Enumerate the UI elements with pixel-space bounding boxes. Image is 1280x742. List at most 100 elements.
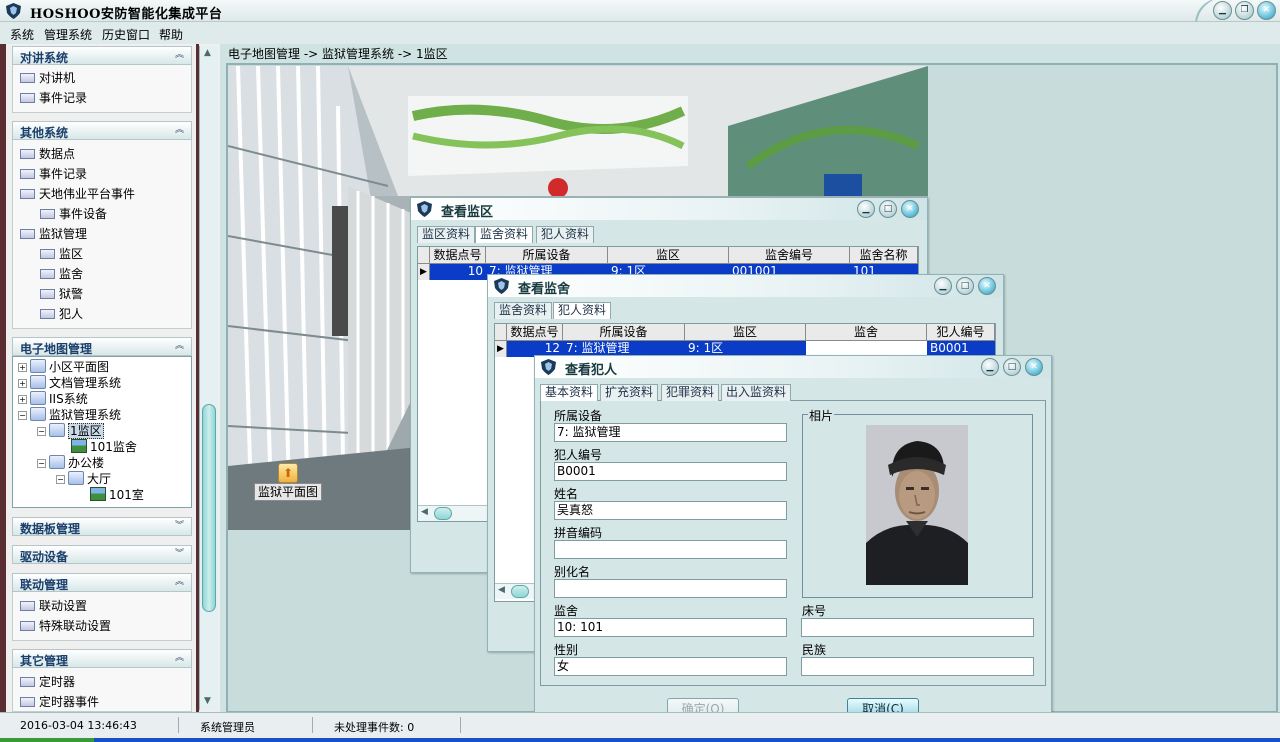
column-header[interactable]: 监区 <box>685 324 806 341</box>
group-intercom-header[interactable]: 对讲系统 ︽ <box>12 46 192 65</box>
tree-node-prison[interactable]: − 监狱管理系统 <box>18 407 121 423</box>
column-header[interactable]: 监舍 <box>806 324 927 341</box>
minimize-icon[interactable]: ▁ <box>857 200 875 218</box>
column-header[interactable]: 监舍编号 <box>729 247 850 264</box>
expand-icon[interactable]: + <box>18 379 27 388</box>
scroll-thumb[interactable] <box>511 585 529 598</box>
collapse-node-icon[interactable]: − <box>56 475 65 484</box>
sidebar-item-cell[interactable]: 监舍 <box>40 265 83 283</box>
tab-in-out-info[interactable]: 出入监资料 <box>721 384 792 401</box>
tab-crime-info[interactable]: 犯罪资料 <box>661 384 720 401</box>
pinyin-field[interactable] <box>554 540 787 559</box>
tab-prisoner-info[interactable]: 犯人资料 <box>536 226 595 243</box>
sidebar-item-zone[interactable]: 监区 <box>40 245 83 263</box>
tab-zone-info[interactable]: 监区资料 <box>417 226 476 243</box>
table-cell[interactable]: 10 <box>430 264 486 280</box>
sidebar-item-prisoner[interactable]: 犯人 <box>40 305 83 323</box>
column-header[interactable]: 所属设备 <box>563 324 685 341</box>
expand-icon[interactable]: + <box>18 395 27 404</box>
prisoner-id-field[interactable]: B0001 <box>554 462 787 481</box>
tab-prisoner-info[interactable]: 犯人资料 <box>553 302 612 319</box>
collapse-icon[interactable]: ︽ <box>173 576 186 589</box>
group-emap-header[interactable]: 电子地图管理 ︽ <box>12 337 192 356</box>
menu-management[interactable]: 管理系统 <box>44 26 92 43</box>
scroll-left-icon[interactable]: ◀ <box>421 507 428 517</box>
sidebar-item-timer[interactable]: 定时器 <box>20 673 75 691</box>
dialog-titlebar[interactable]: 查看监舍 ▁ □ ✕ <box>488 275 1003 297</box>
map-marker-label[interactable]: 监狱平面图 <box>254 483 323 501</box>
tree-node-office[interactable]: − 办公楼 <box>37 455 104 471</box>
column-header[interactable]: 犯人编号 <box>927 324 995 341</box>
collapse-icon[interactable]: ︽ <box>173 124 186 137</box>
tab-extended-info[interactable]: 扩充资料 <box>600 384 659 401</box>
maximize-icon[interactable]: □ <box>1003 358 1021 376</box>
group-linkage-header[interactable]: 联动管理 ︽ <box>12 573 192 592</box>
sidebar-item-event-log[interactable]: 事件记录 <box>20 165 87 183</box>
maximize-icon[interactable]: □ <box>879 200 897 218</box>
scroll-thumb[interactable] <box>434 507 452 520</box>
bed-number-field[interactable] <box>801 618 1034 637</box>
tab-cell-info[interactable]: 监舍资料 <box>494 302 553 319</box>
tree-node-cell101[interactable]: 101监舍 <box>71 439 137 455</box>
tree-node-zone1[interactable]: −1监区 <box>37 423 104 439</box>
name-field[interactable]: 吴真怒 <box>554 501 787 520</box>
column-header[interactable]: 数据点号 <box>430 247 486 264</box>
sidebar-scrollbar[interactable]: ▲ ▼ <box>199 46 218 710</box>
tab-cell-info[interactable]: 监舍资料 <box>475 226 534 243</box>
sidebar-item-linkage-settings[interactable]: 联动设置 <box>20 597 87 615</box>
sidebar-item-timer-events[interactable]: 定时器事件 <box>20 693 99 711</box>
collapse-node-icon[interactable]: − <box>18 411 27 420</box>
ethnicity-field[interactable] <box>801 657 1034 676</box>
column-header[interactable]: 数据点号 <box>507 324 563 341</box>
minimize-icon[interactable]: ▁ <box>1213 1 1232 20</box>
gender-field[interactable]: 女 <box>554 657 787 676</box>
expand-group-icon[interactable]: ︾ <box>173 548 186 561</box>
close-icon[interactable]: ✕ <box>1025 358 1043 376</box>
collapse-icon[interactable]: ︽ <box>173 340 186 353</box>
collapse-node-icon[interactable]: − <box>37 459 46 468</box>
scroll-left-icon[interactable]: ◀ <box>498 585 505 595</box>
column-header[interactable]: 监舍名称 <box>850 247 918 264</box>
minimize-icon[interactable]: ▁ <box>934 277 952 295</box>
tree-node-docs[interactable]: + 文档管理系统 <box>18 375 121 391</box>
tree-node-iis[interactable]: + IIS系统 <box>18 391 88 407</box>
group-databoard-header[interactable]: 数据板管理 ︾ <box>12 517 192 536</box>
sidebar-item-event-log[interactable]: 事件记录 <box>20 89 87 107</box>
expand-group-icon[interactable]: ︾ <box>173 520 186 533</box>
tree-node-hall[interactable]: − 大厅 <box>56 471 111 487</box>
group-driver-header[interactable]: 驱动设备 ︾ <box>12 545 192 564</box>
sidebar-item-event-device[interactable]: 事件设备 <box>40 205 107 223</box>
close-icon[interactable]: ✕ <box>1257 1 1276 20</box>
expand-icon[interactable]: + <box>18 363 27 372</box>
sidebar-scroll-thumb[interactable] <box>202 404 216 612</box>
tree-node-room101[interactable]: 101室 <box>90 487 144 503</box>
device-field[interactable]: 7: 监狱管理 <box>554 423 787 442</box>
restore-icon[interactable]: ❐ <box>1235 1 1254 20</box>
menu-help[interactable]: 帮助 <box>159 26 183 43</box>
sidebar-item-guard[interactable]: 狱警 <box>40 285 83 303</box>
close-icon[interactable]: ✕ <box>901 200 919 218</box>
sidebar-item-special-linkage[interactable]: 特殊联动设置 <box>20 617 111 635</box>
scroll-down-icon[interactable]: ▼ <box>204 696 211 706</box>
scroll-up-icon[interactable]: ▲ <box>204 48 211 58</box>
dialog-titlebar[interactable]: 查看犯人 ▁ □ ✕ <box>535 356 1051 378</box>
minimize-icon[interactable]: ▁ <box>981 358 999 376</box>
menu-system[interactable]: 系统 <box>10 26 34 43</box>
map-marker-arrow-icon[interactable]: ⬆ <box>278 463 298 483</box>
collapse-icon[interactable]: ︽ <box>173 49 186 62</box>
column-header[interactable]: 监区 <box>608 247 729 264</box>
collapse-icon[interactable]: ︽ <box>173 652 186 665</box>
cell-field[interactable]: 10: 101 <box>554 618 787 637</box>
close-icon[interactable]: ✕ <box>978 277 996 295</box>
sidebar-item-prison-mgmt[interactable]: 监狱管理 <box>20 225 87 243</box>
group-misc-header[interactable]: 其它管理 ︽ <box>12 649 192 668</box>
menu-history-window[interactable]: 历史窗口 <box>102 26 150 43</box>
maximize-icon[interactable]: □ <box>956 277 974 295</box>
tab-basic-info[interactable]: 基本资料 <box>540 384 599 401</box>
alias-field[interactable] <box>554 579 787 598</box>
sidebar-item-tiandy-events[interactable]: 天地伟业平台事件 <box>20 185 135 203</box>
tree-node-community[interactable]: + 小区平面图 <box>18 359 109 375</box>
group-other-header[interactable]: 其他系统 ︽ <box>12 121 192 140</box>
collapse-node-icon[interactable]: − <box>37 427 46 436</box>
sidebar-item-datapoint[interactable]: 数据点 <box>20 145 75 163</box>
